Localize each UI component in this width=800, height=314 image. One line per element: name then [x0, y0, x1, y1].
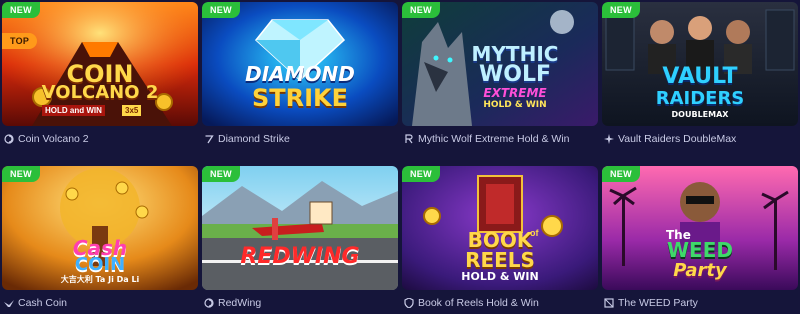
game-caption[interactable]: Mythic Wolf Extreme Hold & Win — [404, 131, 570, 147]
game-thumbnail[interactable]: BOOK of REELS HOLD & WIN NEW — [402, 166, 598, 290]
art-title-line-1: REDWING — [240, 244, 360, 269]
bird-icon — [4, 298, 14, 308]
new-badge: NEW — [402, 166, 440, 182]
game-thumbnail[interactable]: VAULT RAIDERS DOUBLEMAX NEW — [602, 2, 798, 126]
art-title-line-2: WEED — [667, 238, 733, 262]
game-thumbnail[interactable]: COIN VOLCANO 2 HOLD and WIN 3x5 NEW TOP — [2, 2, 198, 126]
art-title-line-4: HOLD & WIN — [461, 270, 539, 283]
art-title-line-4: HOLD & WIN — [483, 100, 547, 110]
top-badge: TOP — [2, 33, 38, 49]
game-caption[interactable]: Vault Raiders DoubleMax — [604, 131, 736, 147]
r-letter-icon — [404, 134, 414, 144]
game-card-redwing[interactable]: REDWING NEW RedWing — [202, 166, 398, 311]
art-title-line-2: RAIDERS — [655, 88, 745, 109]
art-title-line-3: 大吉大利 Ta Ji Da Li — [60, 275, 140, 284]
art-subtitle: HOLD and WIN — [42, 105, 105, 116]
art-title-line-2: VOLCANO 2 — [41, 82, 159, 103]
new-badge: NEW — [2, 166, 40, 182]
box-icon — [604, 298, 614, 308]
art-title-line-2: STRIKE — [251, 84, 349, 112]
game-card-vault-raiders[interactable]: VAULT RAIDERS DOUBLEMAX NEW Vault Raider… — [602, 2, 798, 147]
game-thumbnail[interactable]: REDWING NEW — [202, 166, 398, 290]
new-badge: NEW — [202, 166, 240, 182]
art-title-line-1: DIAMOND — [245, 62, 355, 86]
game-card-weed-party[interactable]: The WEED Party NEW The WEED Party — [602, 166, 798, 311]
new-badge: NEW — [602, 2, 640, 18]
game-caption[interactable]: Diamond Strike — [204, 131, 290, 147]
shield-icon — [404, 298, 414, 308]
seven-icon — [204, 134, 214, 144]
swirl-icon — [204, 298, 214, 308]
swirl-icon — [4, 134, 14, 144]
game-card-cash-coin[interactable]: Cash COIN 大吉大利 Ta Ji Da Li NEW Cash Coin — [2, 166, 198, 311]
art-title-line-3: Party — [673, 260, 727, 281]
game-title: Book of Reels Hold & Win — [418, 297, 539, 309]
game-thumbnail[interactable]: DIAMOND STRIKE NEW — [202, 2, 398, 126]
new-badge: NEW — [602, 166, 640, 182]
art-title-line-3: EXTREME — [483, 86, 547, 100]
new-badge: NEW — [402, 2, 440, 18]
game-caption[interactable]: RedWing — [204, 295, 261, 311]
game-card-mythic-wolf[interactable]: MYTHIC WOLF EXTREME HOLD & WIN NEW Mythi… — [402, 2, 598, 147]
art-title-line-2: of — [530, 228, 539, 238]
art-title-line-3: DOUBLEMAX — [671, 110, 729, 119]
game-card-book-of-reels[interactable]: BOOK of REELS HOLD & WIN NEW Book of Ree… — [402, 166, 598, 311]
game-title: RedWing — [218, 297, 262, 309]
game-title: Vault Raiders DoubleMax — [618, 133, 737, 145]
new-badge: NEW — [202, 2, 240, 18]
art-grid-size: 3x5 — [122, 105, 142, 116]
game-grid: COIN VOLCANO 2 HOLD and WIN 3x5 NEW TOP … — [0, 0, 800, 314]
game-card-coin-volcano-2[interactable]: COIN VOLCANO 2 HOLD and WIN 3x5 NEW TOP … — [2, 2, 198, 147]
art-title-line-2: WOLF — [478, 62, 551, 87]
game-title: Diamond Strike — [218, 133, 290, 145]
redwing-artwork — [202, 166, 398, 290]
game-thumbnail[interactable]: Cash COIN 大吉大利 Ta Ji Da Li NEW — [2, 166, 198, 290]
game-thumbnail[interactable]: MYTHIC WOLF EXTREME HOLD & WIN NEW — [402, 2, 598, 126]
game-card-diamond-strike[interactable]: DIAMOND STRIKE NEW Diamond Strike — [202, 2, 398, 147]
game-caption[interactable]: Cash Coin — [4, 295, 67, 311]
game-title: Cash Coin — [18, 297, 68, 309]
game-title: The WEED Party — [618, 297, 698, 309]
game-title: Mythic Wolf Extreme Hold & Win — [418, 133, 570, 145]
game-caption[interactable]: The WEED Party — [604, 295, 698, 311]
game-thumbnail[interactable]: The WEED Party NEW — [602, 166, 798, 290]
art-title-line-2: COIN — [74, 254, 126, 275]
game-title: Coin Volcano 2 — [18, 133, 89, 145]
new-badge: NEW — [2, 2, 40, 18]
art-title-line-1: VAULT — [662, 64, 738, 89]
game-caption[interactable]: Coin Volcano 2 — [4, 131, 89, 147]
game-caption[interactable]: Book of Reels Hold & Win — [404, 295, 539, 311]
art-title-line-3: REELS — [465, 248, 535, 272]
sparkle-icon — [604, 134, 614, 144]
